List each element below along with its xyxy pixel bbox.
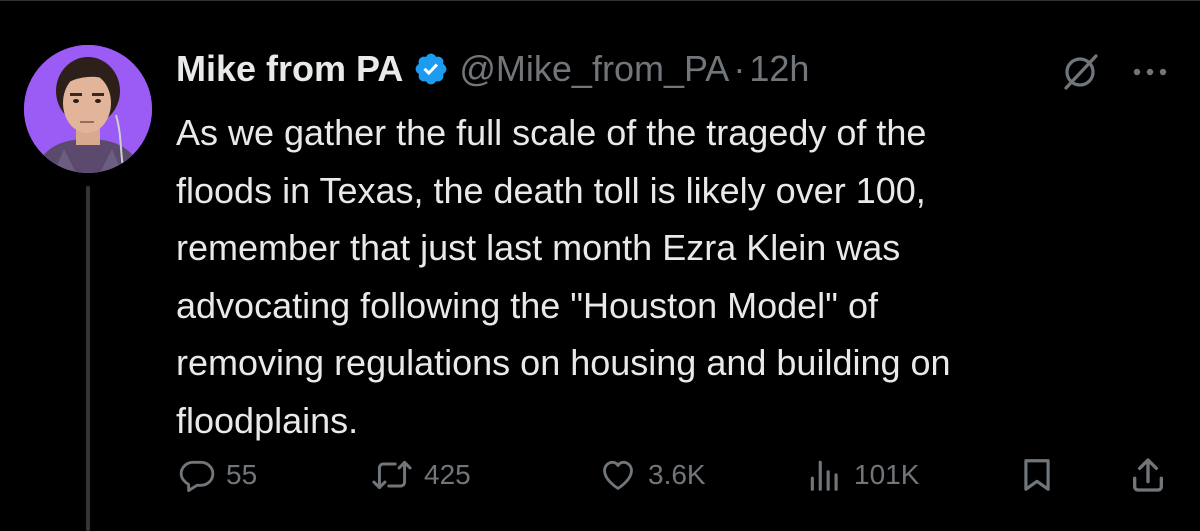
tweet-line: As we gather the full scale of the trage… [176, 112, 927, 153]
like-button[interactable]: 3.6K [598, 450, 706, 500]
tweet-line: removing regulations on housing and buil… [176, 342, 951, 383]
thread-line [86, 186, 90, 531]
tweet-timestamp[interactable]: 12h [749, 48, 809, 90]
action-bar: 55 425 3.6K 101K [176, 450, 1176, 500]
reply-icon [178, 456, 216, 494]
top-divider [0, 0, 1200, 1]
grok-icon[interactable] [1060, 52, 1100, 92]
share-button[interactable] [1128, 450, 1168, 500]
heart-icon [598, 456, 638, 494]
views-count: 101K [854, 459, 920, 490]
avatar[interactable] [24, 45, 152, 173]
like-count: 3.6K [648, 459, 706, 490]
reply-button[interactable]: 55 [178, 450, 257, 500]
tweet-line: floods in Texas, the death toll is likel… [176, 169, 926, 211]
views-bar-chart-icon [806, 456, 844, 494]
share-icon [1128, 455, 1168, 495]
tweet-header: Mike from PA @Mike_from_PA · 12h [176, 44, 809, 94]
views-button[interactable]: 101K [806, 450, 919, 500]
author-handle[interactable]: @Mike_from_PA [459, 48, 729, 90]
repost-icon [370, 456, 414, 494]
repost-button[interactable]: 425 [370, 450, 471, 500]
reply-count: 55 [226, 459, 258, 490]
header-separator: · [733, 48, 746, 89]
tweet-line: advocating following the "Houston Model"… [176, 284, 878, 326]
tweet-text: As we gather the full scale of the trage… [176, 104, 1176, 449]
more-dots-icon[interactable] [1130, 55, 1170, 89]
display-name[interactable]: Mike from PA [176, 48, 403, 90]
verified-badge-icon [413, 51, 449, 87]
tweet-line: remember that just last month Ezra Klein… [176, 227, 901, 268]
bookmark-icon [1018, 455, 1056, 495]
tweet-line: floodplains. [176, 399, 359, 441]
repost-count: 425 [424, 459, 471, 490]
bookmark-button[interactable] [1018, 450, 1056, 500]
